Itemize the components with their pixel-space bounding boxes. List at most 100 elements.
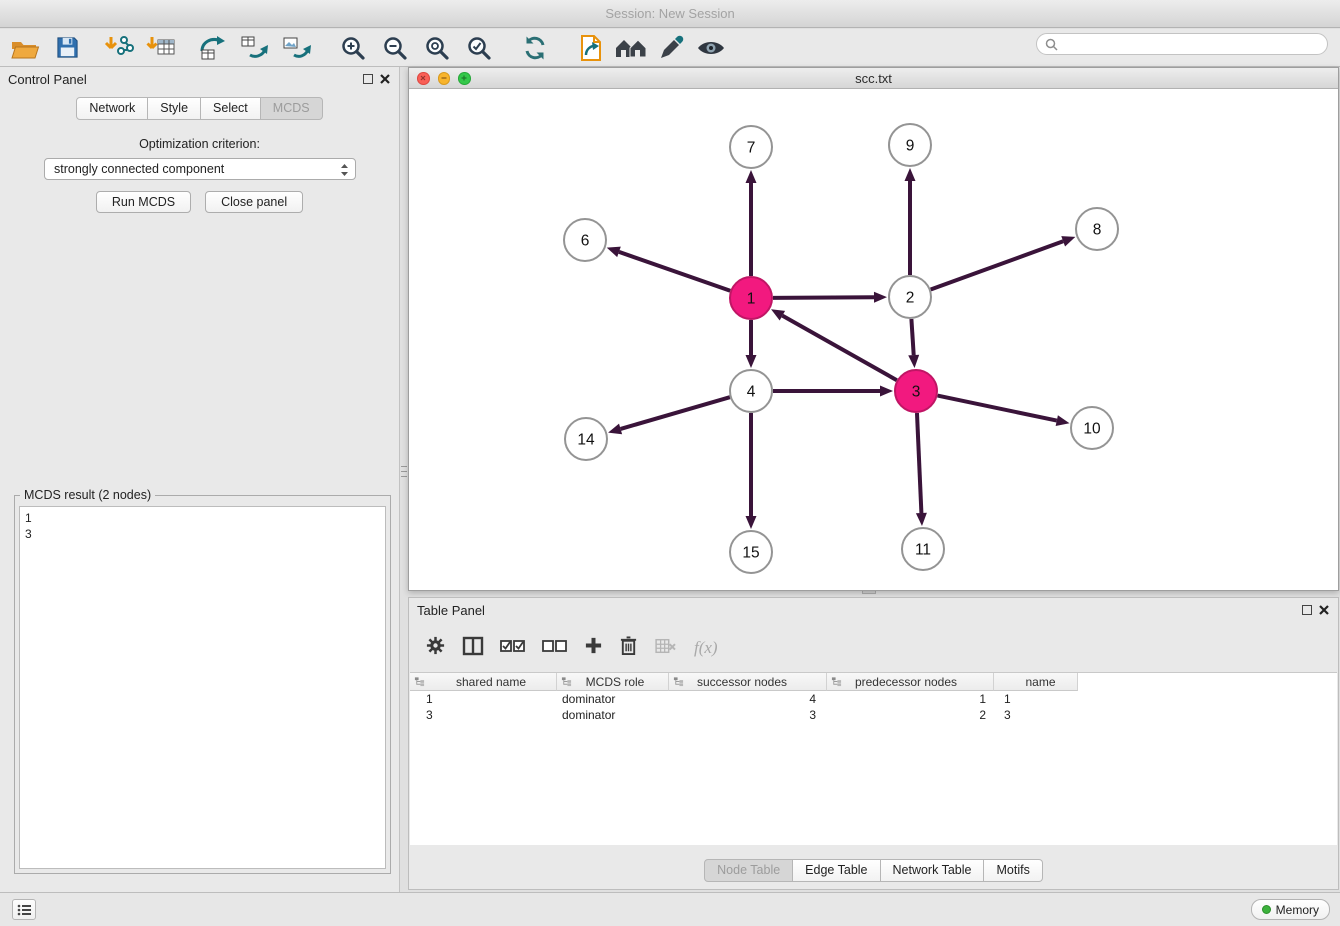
cell-name[interactable]: 3 — [994, 707, 1078, 723]
save-session-button[interactable] — [50, 31, 84, 65]
mcds-result-list[interactable]: 1 3 — [19, 506, 386, 869]
tab-network[interactable]: Network — [76, 97, 148, 120]
control-panel: Control Panel NetworkStyleSelectMCDS Opt… — [0, 67, 400, 892]
network-canvas[interactable]: 7 9 6 8 1 2 4 3 14 10 15 11 — [409, 89, 1338, 590]
task-history-button[interactable] — [12, 899, 36, 920]
tab-select[interactable]: Select — [201, 97, 261, 120]
minimize-window-icon[interactable] — [438, 72, 451, 85]
zoom-out-button[interactable] — [378, 31, 412, 65]
snapshot-button[interactable] — [574, 31, 608, 65]
graph-edge[interactable] — [911, 319, 913, 355]
import-network-button[interactable] — [102, 31, 136, 65]
zoom-fit-icon — [424, 35, 450, 61]
graph-edge[interactable] — [938, 396, 1057, 421]
floppy-disk-icon — [55, 35, 80, 60]
graph-edge[interactable] — [619, 252, 730, 291]
table-row[interactable]: 1 dominator 4 1 1 — [410, 691, 1337, 707]
table-tabbar: Node TableEdge TableNetwork TableMotifs — [409, 859, 1338, 882]
cell-shared-name[interactable]: 3 — [410, 707, 557, 723]
show-graphics-button[interactable] — [694, 31, 728, 65]
optimization-criterion-label: Optimization criterion: — [0, 137, 399, 151]
graph-node-1[interactable]: 1 — [730, 277, 772, 319]
export-image-button[interactable] — [280, 31, 314, 65]
tab-motifs[interactable]: Motifs — [984, 859, 1042, 882]
graph-node-14[interactable]: 14 — [565, 418, 607, 460]
add-row-button[interactable] — [584, 636, 603, 660]
result-line: 3 — [25, 526, 380, 542]
graph-node-4[interactable]: 4 — [730, 370, 772, 412]
column-header-predecessor-nodes[interactable]: predecessor nodes — [827, 673, 994, 691]
graph-edge[interactable] — [917, 413, 921, 513]
column-header-successor-nodes[interactable]: successor nodes — [669, 673, 827, 691]
graph-node-15[interactable]: 15 — [730, 531, 772, 573]
zoom-in-button[interactable] — [336, 31, 370, 65]
import-table-button[interactable] — [144, 31, 178, 65]
tab-network-table[interactable]: Network Table — [881, 859, 985, 882]
memory-button[interactable]: Memory — [1251, 899, 1330, 920]
search-field[interactable] — [1036, 33, 1328, 55]
tab-mcds[interactable]: MCDS — [261, 97, 323, 120]
graph-edge[interactable] — [621, 397, 730, 429]
refresh-icon — [522, 35, 548, 61]
tab-node-table[interactable]: Node Table — [704, 859, 793, 882]
close-table-panel-icon[interactable] — [1318, 604, 1330, 616]
cell-predecessor-nodes[interactable]: 2 — [827, 707, 994, 723]
criterion-dropdown[interactable]: strongly connected component — [44, 158, 356, 180]
new-network-view-button[interactable] — [196, 31, 230, 65]
column-header-shared-name[interactable]: shared name — [410, 673, 557, 691]
graph-node-7[interactable]: 7 — [730, 126, 772, 168]
zoom-fit-button[interactable] — [420, 31, 454, 65]
tab-edge-table[interactable]: Edge Table — [793, 859, 880, 882]
select-all-rows-button[interactable] — [500, 638, 526, 659]
float-panel-icon[interactable] — [363, 74, 373, 84]
cell-mcds-role[interactable]: dominator — [557, 691, 669, 707]
graph-node-3[interactable]: 3 — [895, 370, 937, 412]
edge-arrowhead — [746, 516, 757, 529]
graph-node-9[interactable]: 9 — [889, 124, 931, 166]
refresh-view-button[interactable] — [518, 31, 552, 65]
graph-node-8[interactable]: 8 — [1076, 208, 1118, 250]
namespace-icon — [831, 676, 842, 687]
graph-edge[interactable] — [773, 297, 874, 298]
graph-edge[interactable] — [931, 241, 1063, 289]
zoom-window-icon[interactable] — [458, 72, 471, 85]
search-input[interactable] — [1063, 37, 1319, 51]
close-panel-icon[interactable] — [379, 73, 391, 85]
namespace-icon — [673, 676, 684, 687]
column-header-name[interactable]: name — [994, 673, 1078, 691]
traffic-lights — [417, 72, 471, 85]
column-header-mcds-role[interactable]: MCDS role — [557, 673, 669, 691]
vertical-splitter-handle[interactable] — [401, 455, 407, 487]
graph-node-10[interactable]: 10 — [1071, 407, 1113, 449]
float-table-panel-icon[interactable] — [1302, 605, 1312, 615]
table-row[interactable]: 3 dominator 3 2 3 — [410, 707, 1337, 723]
open-session-button[interactable] — [8, 31, 42, 65]
edge-arrowhead — [880, 386, 893, 397]
graph-node-6[interactable]: 6 — [564, 219, 606, 261]
cell-mcds-role[interactable]: dominator — [557, 707, 669, 723]
cell-predecessor-nodes[interactable]: 1 — [827, 691, 994, 707]
table-settings-button[interactable] — [425, 635, 446, 661]
column-label: predecessor nodes — [855, 675, 957, 689]
close-panel-button[interactable]: Close panel — [205, 191, 303, 213]
tab-style[interactable]: Style — [148, 97, 201, 120]
delete-row-button[interactable] — [619, 635, 638, 661]
cell-shared-name[interactable]: 1 — [410, 691, 557, 707]
zoom-selected-button[interactable] — [462, 31, 496, 65]
close-window-icon[interactable] — [417, 72, 430, 85]
network-window-titlebar: scc.txt — [409, 68, 1338, 89]
cell-successor-nodes[interactable]: 4 — [669, 691, 827, 707]
cell-successor-nodes[interactable]: 3 — [669, 707, 827, 723]
deselect-all-rows-button[interactable] — [542, 638, 568, 659]
run-mcds-button[interactable]: Run MCDS — [96, 191, 191, 213]
trash-icon — [619, 635, 638, 656]
graph-edge[interactable] — [782, 316, 896, 381]
apply-style-button[interactable] — [654, 31, 688, 65]
graph-node-2[interactable]: 2 — [889, 276, 931, 318]
show-columns-button[interactable] — [462, 636, 484, 661]
cell-name[interactable]: 1 — [994, 691, 1078, 707]
home-button[interactable] — [614, 31, 648, 65]
export-network-button[interactable] — [238, 31, 272, 65]
graph-node-11[interactable]: 11 — [902, 528, 944, 570]
window-titlebar: Session: New Session — [0, 0, 1340, 28]
